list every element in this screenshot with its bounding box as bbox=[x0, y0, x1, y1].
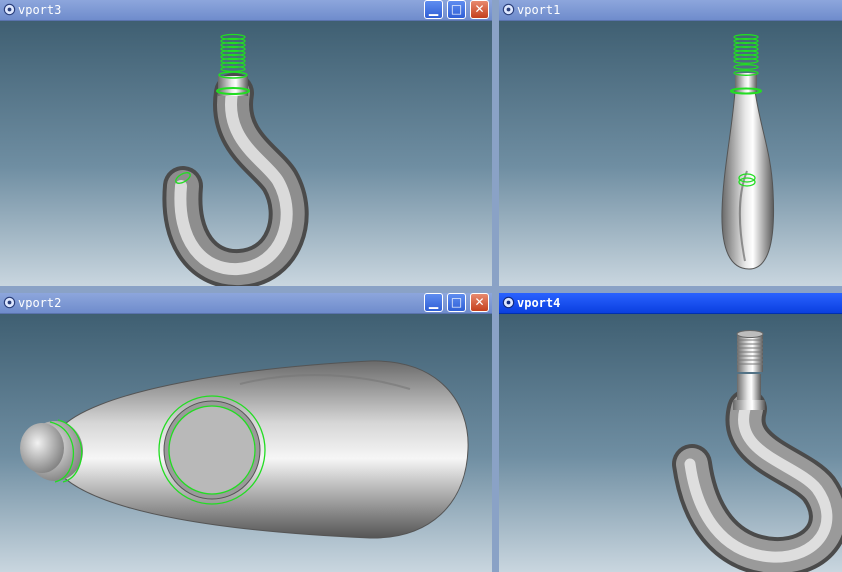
gear-icon bbox=[3, 3, 16, 16]
viewport-title: vport1 bbox=[517, 3, 561, 17]
viewport-splitter-vertical[interactable] bbox=[492, 0, 499, 572]
model-canvas[interactable] bbox=[0, 314, 492, 572]
gear-icon bbox=[502, 3, 515, 16]
viewport-titlebar[interactable]: vport1 bbox=[499, 0, 842, 21]
viewport-title: vport2 bbox=[18, 296, 62, 310]
model-canvas[interactable] bbox=[499, 314, 842, 572]
viewport-vport2[interactable]: vport2 ▁ □ ✕ bbox=[0, 293, 492, 572]
maximize-button[interactable]: □ bbox=[447, 0, 466, 19]
model-canvas[interactable] bbox=[0, 21, 492, 286]
minimize-button[interactable]: ▁ bbox=[424, 293, 443, 312]
gear-icon bbox=[502, 296, 515, 309]
viewport-titlebar[interactable]: vport2 ▁ □ ✕ bbox=[0, 293, 492, 314]
viewport-titlebar[interactable]: vport4 bbox=[499, 293, 842, 314]
viewport-vport4[interactable]: vport4 bbox=[499, 293, 842, 572]
viewport-vport3[interactable]: vport3 ▁ □ ✕ bbox=[0, 0, 492, 286]
viewport-vport1[interactable]: vport1 bbox=[499, 0, 842, 286]
close-button[interactable]: ✕ bbox=[470, 293, 489, 312]
viewport-titlebar[interactable]: vport3 ▁ □ ✕ bbox=[0, 0, 492, 21]
model-canvas[interactable] bbox=[499, 21, 842, 286]
maximize-button[interactable]: □ bbox=[447, 293, 466, 312]
close-button[interactable]: ✕ bbox=[470, 0, 489, 19]
viewport-title: vport4 bbox=[517, 296, 561, 310]
minimize-button[interactable]: ▁ bbox=[424, 0, 443, 19]
gear-icon bbox=[3, 296, 16, 309]
viewport-title: vport3 bbox=[18, 3, 62, 17]
viewport-splitter-horizontal[interactable] bbox=[0, 286, 842, 293]
